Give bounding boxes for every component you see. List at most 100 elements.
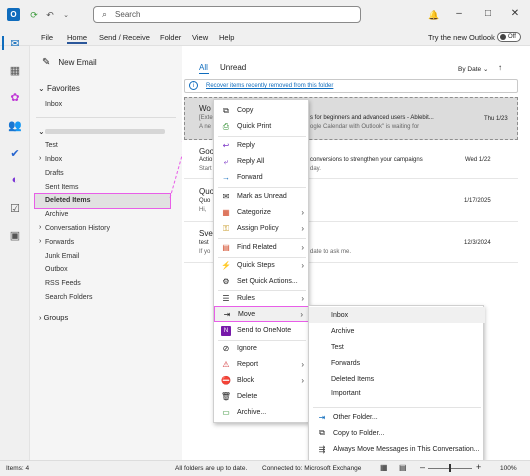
folder-item-junk-email[interactable]: Junk Email <box>45 253 79 260</box>
new-email-button[interactable]: ✎ New Email <box>42 57 97 68</box>
mail-icon[interactable]: ✉ <box>6 34 24 52</box>
menu-item-set-quick-actions[interactable]: ⚙ Set Quick Actions... <box>214 274 310 289</box>
onedrive-icon[interactable]: ◐ <box>6 171 24 189</box>
submenu-item-forwards[interactable]: Forwards <box>309 355 485 371</box>
submenu-item-always-move[interactable]: ⇶ Always Move Messages in This Conversati… <box>309 441 485 457</box>
groups-header[interactable]: › Groups <box>39 313 68 322</box>
menu-item-reply-all[interactable]: ⤶ Reply All <box>214 154 310 169</box>
forward-icon: → <box>222 173 230 182</box>
menu-item-categorize[interactable]: ▦ Categorize › <box>214 205 310 220</box>
folder-item-rss-feeds[interactable]: RSS Feeds <box>45 280 81 287</box>
mail-active-indicator <box>2 36 4 50</box>
folder-item-outbox[interactable]: Outbox <box>45 266 68 273</box>
menu-item-mark-as-unread[interactable]: ✉ Mark as Unread <box>214 189 310 204</box>
menu-item-quick-steps[interactable]: ⚡ Quick Steps › <box>214 258 310 273</box>
submenu-item-other-folder[interactable]: ⇥ Other Folder... <box>309 409 485 425</box>
trash-icon: 🗑 <box>220 392 232 401</box>
tab-folder[interactable]: Folder <box>160 33 181 42</box>
zoom-out-icon[interactable]: – <box>420 462 425 472</box>
folder-item-test[interactable]: Test <box>45 142 58 149</box>
menu-item-report[interactable]: ⚠ Report › <box>214 357 310 372</box>
tasks-icon[interactable]: ☑ <box>6 199 24 217</box>
send-receive-icon[interactable]: ⟳ <box>28 9 40 21</box>
menu-item-quick-print[interactable]: ⎙ Quick Print <box>214 119 310 134</box>
chevron-right-icon: › <box>300 309 303 319</box>
email-preview-prefix: Start <box>199 166 212 172</box>
menu-item-archive[interactable]: ▭ Archive... <box>214 405 310 420</box>
menu-item-reply[interactable]: ↩ Reply <box>214 138 310 153</box>
menu-item-label: Find Related <box>237 244 277 251</box>
favorite-item-inbox[interactable]: Inbox <box>45 101 62 108</box>
submenu-item-test[interactable]: Test <box>309 339 485 355</box>
minimize-button[interactable]: – <box>452 8 466 20</box>
zoom-slider-thumb[interactable] <box>449 464 451 472</box>
folder-item-inbox[interactable]: Inbox <box>45 156 62 163</box>
menu-item-delete[interactable]: 🗑 Delete <box>214 389 310 404</box>
search-box[interactable]: ⌕ Search <box>93 6 361 23</box>
menu-item-forward[interactable]: → Forward <box>214 170 310 185</box>
toggle-knob-icon <box>500 34 506 40</box>
menu-item-copy[interactable]: ⧉ Copy <box>214 103 310 118</box>
submenu-item-inbox[interactable]: Inbox <box>309 307 485 323</box>
todo-icon[interactable]: ✔ <box>6 144 24 162</box>
undo-icon[interactable]: ↶ <box>44 9 56 21</box>
try-new-outlook-toggle[interactable]: Off <box>497 32 521 42</box>
menu-item-rules[interactable]: ☰ Rules › <box>214 291 310 306</box>
folder-item-forwards[interactable]: Forwards <box>45 239 74 246</box>
submenu-item-label: Other Folder... <box>333 413 378 421</box>
submenu-item-archive[interactable]: Archive <box>309 323 485 339</box>
tab-home[interactable]: Home <box>67 33 88 44</box>
account-name-redacted[interactable] <box>45 129 165 134</box>
folder-item-conversation-history[interactable]: Conversation History <box>45 225 110 232</box>
menu-item-assign-policy[interactable]: ⚿ Assign Policy › <box>214 221 310 236</box>
email-sender: Wo <box>199 104 211 113</box>
status-up-to-date: All folders are up to date. <box>175 465 248 472</box>
apps-icon[interactable]: ▣ <box>6 226 24 244</box>
chevron-right-icon[interactable]: › <box>39 224 41 231</box>
status-items-count: Items: 4 <box>6 465 30 472</box>
folder-item-drafts[interactable]: Drafts <box>45 170 64 177</box>
email-subject-prefix: test <box>199 240 209 246</box>
zoom-in-icon[interactable]: + <box>476 462 481 472</box>
tab-all[interactable]: All <box>199 63 208 72</box>
people-icon[interactable]: 👥 <box>6 116 24 134</box>
tab-send-receive[interactable]: Send / Receive <box>99 33 150 42</box>
chevron-right-icon[interactable]: › <box>39 238 41 245</box>
folder-item-sent-items[interactable]: Sent Items <box>45 184 78 191</box>
chevron-right-icon[interactable]: › <box>39 155 41 162</box>
chevron-down-icon[interactable]: ⌄ <box>38 127 45 136</box>
recover-items-link[interactable]: Recover items recently removed from this… <box>206 83 333 89</box>
tab-file[interactable]: File <box>41 33 53 42</box>
zoom-level[interactable]: 100% <box>500 465 517 472</box>
menu-item-label: Move <box>238 310 256 318</box>
submenu-item-important[interactable]: Important <box>309 385 485 401</box>
search-input[interactable]: Search <box>115 10 140 19</box>
calendar-icon[interactable]: ▦ <box>6 61 24 79</box>
favorites-header[interactable]: ⌄ Favorites <box>38 84 80 93</box>
menu-item-move[interactable]: ⇥ Move › <box>214 306 310 322</box>
menu-item-label: Assign Policy <box>237 225 279 232</box>
normal-view-icon[interactable]: ▦ <box>380 463 388 472</box>
copilot-icon[interactable]: ✿ <box>6 88 24 106</box>
customize-toolbar-icon[interactable]: ⌄ <box>60 9 72 21</box>
reading-view-icon[interactable]: ▤ <box>399 463 407 472</box>
tab-unread[interactable]: Unread <box>220 63 246 72</box>
close-button[interactable]: ✕ <box>508 8 522 20</box>
find-related-icon: ▤ <box>222 243 230 252</box>
bell-icon[interactable]: 🔔 <box>428 9 440 21</box>
submenu-item-copy-to-folder[interactable]: ⧉ Copy to Folder... <box>309 425 485 441</box>
maximize-button[interactable]: □ <box>481 8 495 20</box>
menu-item-label: Reply <box>237 142 255 149</box>
menu-item-find-related[interactable]: ▤ Find Related › <box>214 240 310 255</box>
tab-view[interactable]: View <box>192 33 208 42</box>
tab-help[interactable]: Help <box>219 33 234 42</box>
folder-item-deleted-items[interactable]: Deleted Items <box>45 197 91 204</box>
lightning-icon: ⚡ <box>221 261 231 270</box>
menu-item-ignore[interactable]: ⊘ Ignore <box>214 341 310 356</box>
menu-item-block[interactable]: ⛔ Block › <box>214 373 310 388</box>
folder-item-archive[interactable]: Archive <box>45 211 68 218</box>
sort-by-date[interactable]: By Date ⌄ <box>458 65 488 73</box>
folder-item-search-folders[interactable]: Search Folders <box>45 294 92 301</box>
menu-item-send-to-onenote[interactable]: N Send to OneNote <box>214 323 310 338</box>
sort-direction-icon[interactable]: ↑ <box>498 63 502 72</box>
